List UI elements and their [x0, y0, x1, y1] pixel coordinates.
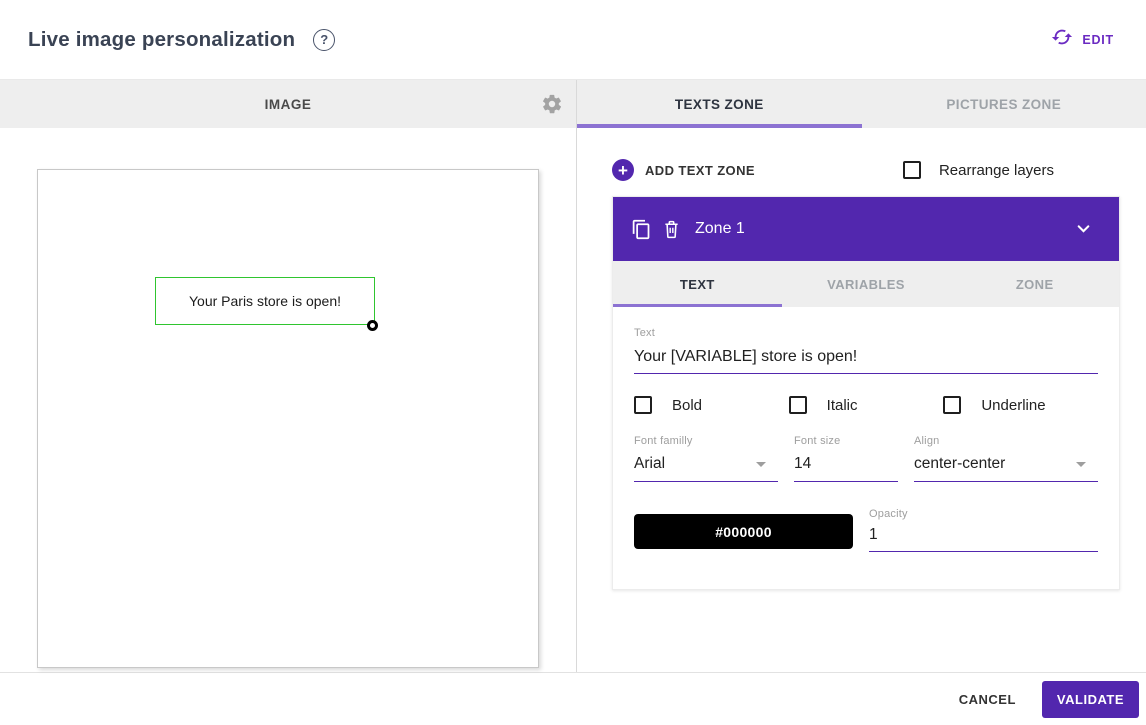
- font-size-input[interactable]: 14: [794, 455, 898, 482]
- tab-pictures-zone[interactable]: PICTURES ZONE: [862, 80, 1146, 128]
- image-panel-title: IMAGE: [265, 97, 312, 112]
- plus-glyph: +: [618, 162, 628, 179]
- zone-header-bar[interactable]: Zone 1: [613, 197, 1119, 261]
- underline-checkbox-control[interactable]: Underline: [943, 396, 1098, 414]
- font-family-label: Font familly: [634, 435, 778, 447]
- dropdown-caret-icon: [756, 462, 766, 467]
- zone-card: Zone 1 TEXT VARIABLES ZONE: [612, 196, 1120, 590]
- duplicate-zone-icon[interactable]: [631, 219, 652, 240]
- bold-checkbox-control[interactable]: Bold: [634, 396, 789, 414]
- image-panel: IMAGE Your Paris store is open!: [0, 80, 577, 672]
- canvas-text: Your Paris store is open!: [189, 293, 341, 309]
- zones-tabs: TEXTS ZONE PICTURES ZONE: [577, 80, 1146, 128]
- rearrange-layers-label: Rearrange layers: [939, 162, 1054, 179]
- underline-label: Underline: [981, 397, 1045, 414]
- align-field: Align center-center: [914, 435, 1098, 482]
- align-select[interactable]: center-center: [914, 455, 1098, 482]
- font-settings-row: Font familly Arial Font size 14: [634, 435, 1098, 482]
- text-field-input[interactable]: Your [VARIABLE] store is open!: [634, 348, 1098, 374]
- font-size-value: 14: [794, 455, 811, 473]
- zone-content: Text Your [VARIABLE] store is open! Bold…: [613, 307, 1119, 589]
- tab-texts-zone[interactable]: TEXTS ZONE: [577, 80, 862, 128]
- opacity-label: Opacity: [869, 508, 1098, 520]
- validate-button[interactable]: VALIDATE: [1042, 681, 1139, 718]
- dropdown-caret-icon: [1076, 462, 1086, 467]
- image-canvas[interactable]: Your Paris store is open!: [37, 169, 539, 668]
- font-size-field: Font size 14: [794, 435, 898, 482]
- add-row: + ADD TEXT ZONE Rearrange layers: [612, 150, 1120, 190]
- tab-zone-label: ZONE: [1016, 277, 1054, 292]
- gear-icon[interactable]: [541, 93, 563, 115]
- rearrange-layers-control: Rearrange layers: [903, 161, 1054, 179]
- color-opacity-row: #000000 Opacity 1: [634, 514, 1098, 552]
- add-icon[interactable]: +: [612, 159, 634, 181]
- bold-checkbox[interactable]: [634, 396, 652, 414]
- canvas-text-zone[interactable]: Your Paris store is open!: [155, 277, 375, 325]
- help-icon[interactable]: ?: [313, 29, 335, 51]
- help-glyph: ?: [320, 32, 328, 47]
- style-checkboxes-row: Bold Italic Underline: [634, 396, 1098, 414]
- italic-checkbox[interactable]: [789, 396, 807, 414]
- edit-button[interactable]: EDIT: [1043, 20, 1122, 59]
- header: Live image personalization ? EDIT: [0, 0, 1146, 80]
- main: IMAGE Your Paris store is open! TEXTS ZO…: [0, 80, 1146, 672]
- page-title: Live image personalization: [28, 28, 295, 52]
- text-field: Text Your [VARIABLE] store is open!: [634, 327, 1098, 374]
- italic-checkbox-control[interactable]: Italic: [789, 396, 944, 414]
- font-family-select[interactable]: Arial: [634, 455, 778, 482]
- tab-texts-zone-label: TEXTS ZONE: [675, 97, 764, 112]
- tab-variables[interactable]: VARIABLES: [782, 261, 951, 307]
- cancel-button[interactable]: CANCEL: [941, 682, 1034, 717]
- chevron-down-icon[interactable]: [1073, 218, 1095, 240]
- footer-actions: CANCEL VALIDATE: [0, 672, 1146, 725]
- resize-handle[interactable]: [367, 320, 378, 331]
- image-panel-header: IMAGE: [0, 80, 576, 128]
- color-swatch-button[interactable]: #000000: [634, 514, 853, 549]
- tab-pictures-zone-label: PICTURES ZONE: [946, 97, 1061, 112]
- align-value: center-center: [914, 455, 1005, 473]
- zones-panel: TEXTS ZONE PICTURES ZONE + ADD TEXT ZONE…: [577, 80, 1146, 672]
- tab-zone[interactable]: ZONE: [950, 261, 1119, 307]
- sync-icon: [1051, 26, 1073, 53]
- font-family-field: Font familly Arial: [634, 435, 778, 482]
- font-family-value: Arial: [634, 455, 665, 473]
- live-image-personalization-app: Live image personalization ? EDIT IMAGE: [0, 0, 1146, 725]
- zone-title: Zone 1: [695, 220, 745, 238]
- bold-label: Bold: [672, 397, 702, 414]
- rearrange-layers-checkbox[interactable]: [903, 161, 921, 179]
- tab-text[interactable]: TEXT: [613, 261, 782, 307]
- text-field-label: Text: [634, 327, 1098, 339]
- canvas-area: Your Paris store is open!: [0, 128, 576, 672]
- underline-checkbox[interactable]: [943, 396, 961, 414]
- delete-zone-icon[interactable]: [661, 219, 682, 240]
- font-size-label: Font size: [794, 435, 898, 447]
- tab-text-label: TEXT: [680, 277, 715, 292]
- align-label: Align: [914, 435, 1098, 447]
- tab-variables-label: VARIABLES: [827, 277, 905, 292]
- zone-inner-tabs: TEXT VARIABLES ZONE: [613, 261, 1119, 307]
- opacity-input[interactable]: 1: [869, 526, 1098, 552]
- zones-panel-body: + ADD TEXT ZONE Rearrange layers: [577, 128, 1146, 672]
- add-text-zone-button[interactable]: ADD TEXT ZONE: [645, 163, 755, 178]
- opacity-field: Opacity 1: [869, 508, 1098, 552]
- edit-label: EDIT: [1082, 33, 1114, 47]
- italic-label: Italic: [827, 397, 858, 414]
